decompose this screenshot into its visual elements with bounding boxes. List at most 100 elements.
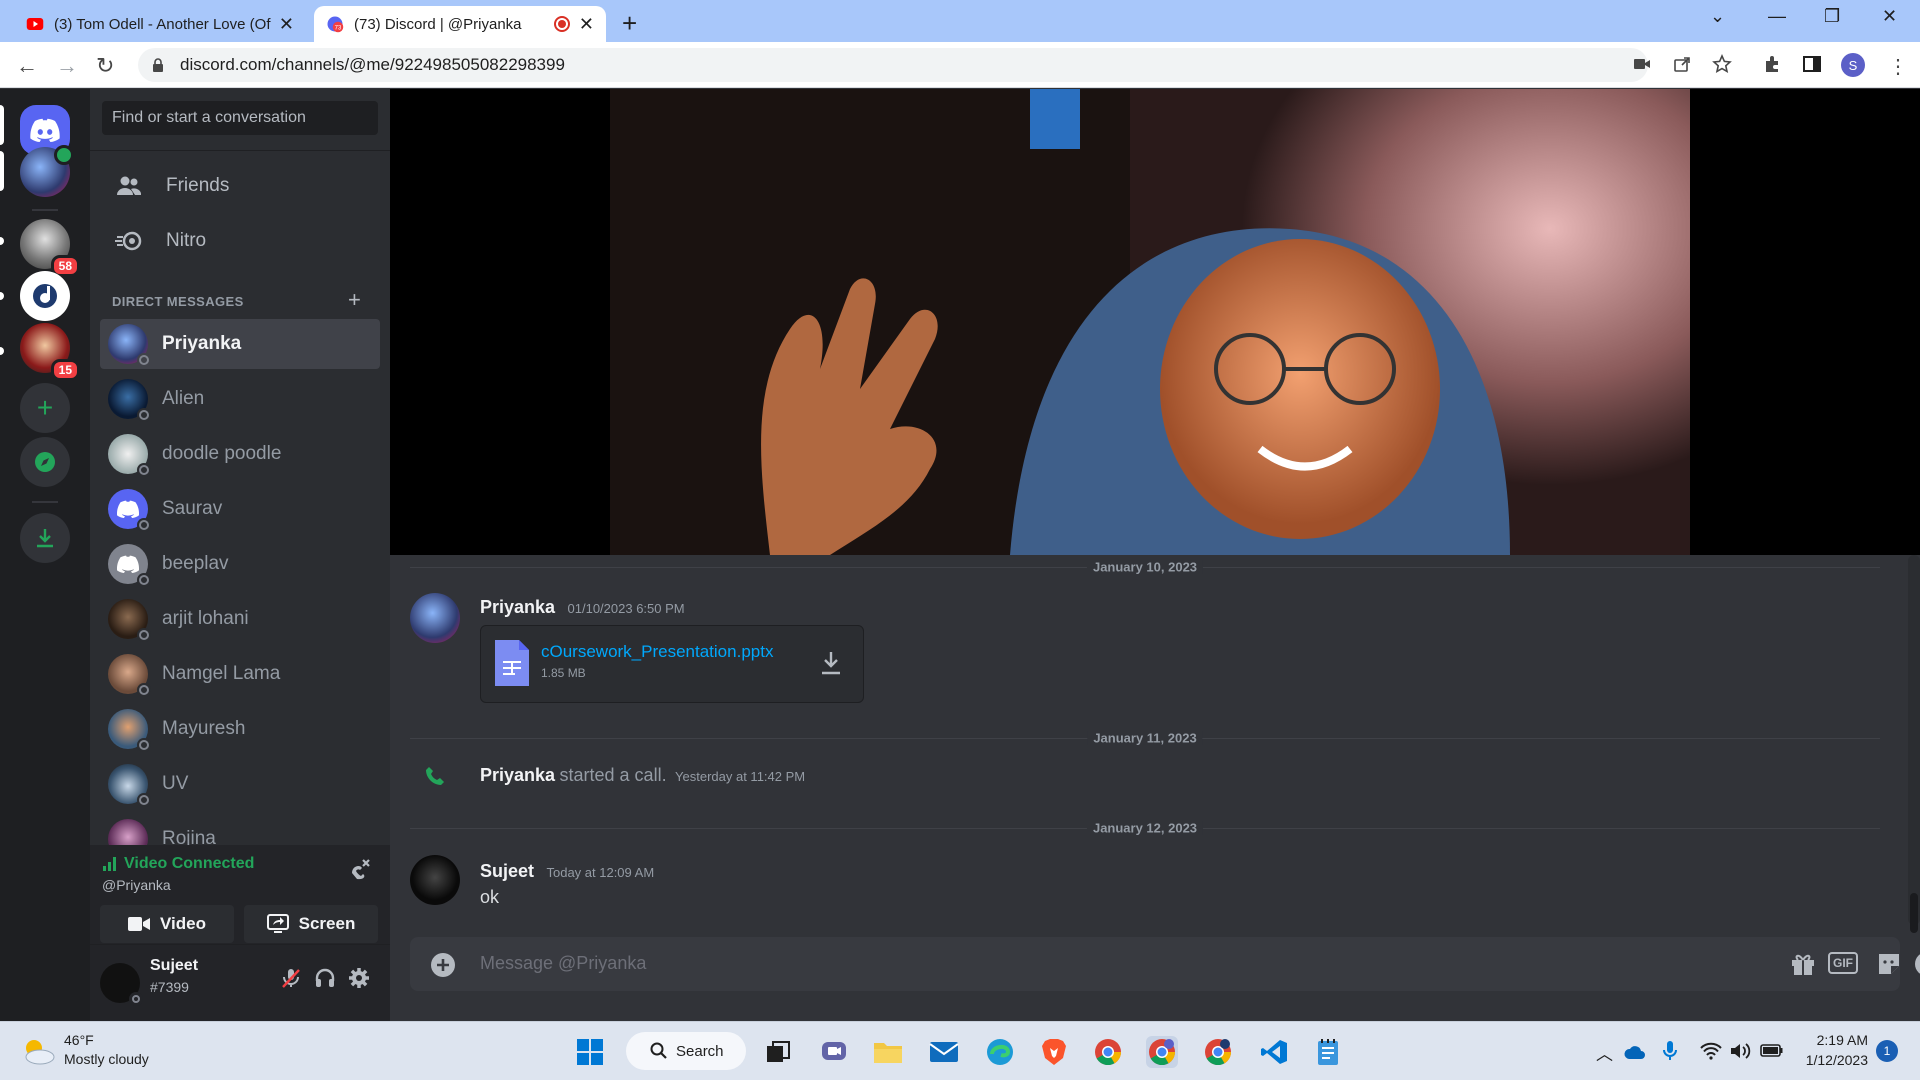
message-author[interactable]: Sujeet (480, 861, 534, 881)
chrome-profile-s-icon[interactable] (1146, 1036, 1178, 1068)
clock-date[interactable]: 1/12/2023 (1796, 1052, 1868, 1068)
dm-item[interactable]: arjit lohani (100, 594, 380, 644)
dm-item[interactable]: Saurav (100, 484, 380, 534)
close-window-button[interactable]: ✕ (1882, 6, 1897, 27)
back-icon[interactable]: ← (16, 53, 38, 79)
discord-tab-icon: 73 (327, 16, 344, 33)
tab-youtube[interactable]: (3) Tom Odell - Another Love (Of ✕ (14, 6, 306, 42)
reload-icon[interactable]: ↻ (96, 53, 114, 79)
message-author[interactable]: Priyanka (480, 597, 555, 617)
server-avatar-d[interactable] (20, 271, 70, 321)
add-attachment-plus-icon[interactable] (430, 952, 456, 978)
sidebar-divider (90, 150, 390, 151)
create-dm-plus-icon[interactable]: + (348, 287, 361, 313)
video-call-stage[interactable] (390, 89, 1920, 555)
date-label: January 10, 2023 (1086, 559, 1204, 575)
headphones-icon[interactable] (314, 967, 336, 989)
attachment-filename-link[interactable]: cOursework_Presentation.pptx (541, 642, 773, 662)
status-offline-icon (137, 408, 151, 422)
download-attachment-icon[interactable] (819, 650, 843, 676)
edge-browser-icon[interactable] (984, 1036, 1016, 1068)
dm-item[interactable]: doodle poodle (100, 429, 380, 479)
brave-browser-icon[interactable] (1038, 1036, 1070, 1068)
gif-picker-button[interactable]: GIF (1828, 952, 1858, 974)
microphone-muted-icon[interactable] (280, 967, 302, 989)
nav-nitro[interactable]: Nitro (100, 218, 380, 264)
weather-cloud-sun-icon[interactable] (20, 1036, 56, 1066)
volume-icon[interactable] (1730, 1042, 1752, 1060)
dm-item[interactable]: Namgel Lama (100, 649, 380, 699)
download-apps-button[interactable] (20, 513, 70, 563)
dm-item[interactable]: beeplav (100, 539, 380, 589)
server-avatar-anime[interactable] (20, 145, 74, 197)
message-scrollbar-thumb[interactable] (1910, 893, 1918, 933)
find-conversation-button[interactable]: Find or start a conversation (102, 101, 378, 135)
close-tab-icon[interactable]: ✕ (579, 14, 594, 35)
chrome-profile-other-icon[interactable] (1202, 1036, 1234, 1068)
video-camera-icon (128, 917, 150, 931)
minimize-button[interactable]: — (1768, 6, 1786, 27)
dm-item[interactable]: UV (100, 759, 380, 809)
screen-share-button[interactable]: Screen (244, 905, 378, 943)
show-hidden-icons-chevron-icon[interactable]: ︿ (1596, 1040, 1613, 1065)
clock-time[interactable]: 2:19 AM (1808, 1032, 1868, 1048)
extensions-icon[interactable] (1762, 54, 1782, 74)
onedrive-cloud-icon[interactable] (1624, 1044, 1646, 1060)
message-avatar[interactable] (410, 855, 460, 905)
settings-gear-icon[interactable] (348, 967, 370, 989)
tab-search-chevron-icon[interactable]: ⌄ (1710, 6, 1725, 27)
task-view-icon[interactable] (762, 1036, 794, 1068)
dm-item[interactable]: Mayuresh (100, 704, 380, 754)
wifi-icon[interactable] (1700, 1042, 1722, 1060)
status-offline-icon (137, 463, 151, 477)
live-video-badge-icon (54, 145, 74, 165)
nav-friends[interactable]: Friends (100, 163, 380, 209)
start-button[interactable] (574, 1036, 606, 1068)
voice-status[interactable]: Video Connected (102, 855, 254, 873)
taskbar-search[interactable]: Search (626, 1032, 746, 1070)
chrome-icon[interactable] (1092, 1036, 1124, 1068)
mail-icon[interactable] (928, 1036, 960, 1068)
message-timestamp: Today at 12:09 AM (546, 865, 655, 880)
camera-in-use-icon[interactable] (1632, 54, 1652, 74)
message-composer[interactable]: Message @Priyanka GIF (410, 937, 1920, 991)
disconnect-call-icon[interactable] (348, 857, 372, 881)
new-tab-button[interactable]: + (622, 8, 637, 39)
tab-discord[interactable]: 73 (73) Discord | @Priyanka ✕ (314, 6, 606, 42)
profile-avatar[interactable]: S (1841, 53, 1865, 77)
server-avatar-bearded[interactable]: 58 (20, 219, 80, 277)
message-input-placeholder[interactable]: Message @Priyanka (480, 953, 646, 974)
forward-icon[interactable]: → (56, 53, 78, 79)
video-button[interactable]: Video (100, 905, 234, 943)
add-server-button[interactable]: + (20, 383, 70, 433)
notepad-icon[interactable] (1312, 1036, 1344, 1068)
message-content: ok (480, 887, 500, 907)
weather-temperature[interactable]: 46°F (64, 1032, 94, 1048)
gift-icon[interactable] (1790, 951, 1816, 977)
compass-icon (35, 452, 55, 472)
side-panel-icon[interactable] (1802, 54, 1822, 74)
message-avatar[interactable] (410, 593, 460, 643)
user-avatar[interactable] (100, 963, 143, 1006)
file-explorer-icon[interactable] (872, 1036, 904, 1068)
explore-servers-button[interactable] (20, 437, 70, 487)
server-avatar-character[interactable]: 15 (20, 323, 80, 381)
emoji-icon[interactable] (1914, 951, 1920, 977)
share-icon[interactable] (1672, 54, 1692, 74)
bookmark-star-icon[interactable] (1712, 54, 1732, 74)
weather-description[interactable]: Mostly cloudy (64, 1051, 149, 1067)
vscode-icon[interactable] (1258, 1036, 1290, 1068)
address-bar[interactable]: discord.com/channels/@me/922498505082298… (138, 48, 1648, 82)
notification-count-badge[interactable]: 1 (1876, 1040, 1898, 1062)
message-author[interactable]: Priyanka (480, 765, 555, 785)
dm-item[interactable]: Alien (100, 374, 380, 424)
teams-chat-icon[interactable] (818, 1036, 850, 1068)
restore-button[interactable]: ❐ (1824, 6, 1840, 27)
browser-menu-icon[interactable]: ⋮ (1888, 54, 1908, 79)
microphone-tray-icon[interactable] (1662, 1040, 1678, 1062)
sticker-icon[interactable] (1876, 951, 1902, 977)
message-scrollbar[interactable] (1908, 555, 1920, 925)
dm-item[interactable]: Priyanka (100, 319, 380, 369)
battery-charging-icon[interactable] (1760, 1042, 1784, 1058)
close-tab-icon[interactable]: ✕ (279, 14, 294, 35)
